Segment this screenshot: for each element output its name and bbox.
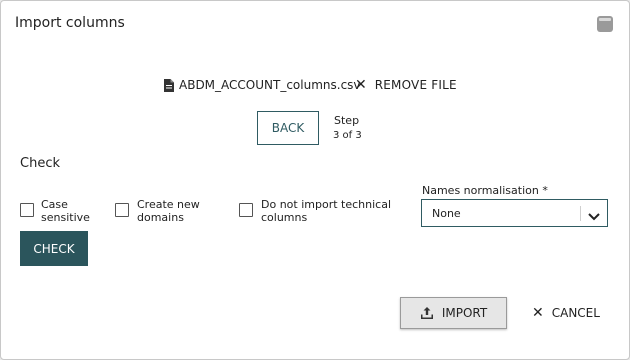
chevron-down-icon[interactable]: [587, 208, 601, 221]
window-minimize-icon[interactable]: [597, 16, 613, 32]
names-normalisation-value: None: [432, 207, 461, 220]
cancel-button[interactable]: ✕ CANCEL: [532, 303, 600, 323]
import-columns-dialog: Import columns ABDM_ACCOUNT_columns.csv …: [0, 0, 630, 360]
do-not-import-technical-columns-label-line1: Do not import technical: [261, 198, 391, 211]
close-icon: ✕: [355, 77, 367, 93]
file-name: ABDM_ACCOUNT_columns.csv: [179, 78, 361, 92]
do-not-import-technical-columns-label: Do not import technical columns: [261, 198, 391, 224]
names-normalisation-label: Names normalisation *: [422, 184, 548, 197]
step-count: 3 of 3: [333, 130, 362, 141]
dialog-title: Import columns: [15, 15, 125, 31]
create-new-domains-checkbox[interactable]: [115, 203, 129, 217]
select-divider: [580, 206, 581, 221]
case-sensitive-label-line1: Case: [41, 198, 68, 211]
do-not-import-technical-columns-label-line2: columns: [261, 211, 308, 224]
back-button[interactable]: BACK: [257, 111, 319, 145]
selected-file: ABDM_ACCOUNT_columns.csv: [164, 76, 361, 94]
remove-file-button[interactable]: ✕ REMOVE FILE: [355, 75, 457, 95]
step-label: Step: [334, 114, 360, 127]
close-icon: ✕: [532, 305, 544, 321]
create-new-domains-label-line2: domains: [137, 211, 184, 224]
cancel-label: CANCEL: [551, 306, 600, 320]
remove-file-label: REMOVE FILE: [374, 78, 457, 92]
create-new-domains-label: Create new domains: [137, 198, 200, 224]
import-button[interactable]: IMPORT: [400, 297, 507, 329]
upload-icon: [420, 306, 434, 320]
case-sensitive-checkbox[interactable]: [20, 203, 34, 217]
file-icon: [164, 78, 174, 92]
do-not-import-technical-columns-checkbox[interactable]: [239, 203, 253, 217]
import-label: IMPORT: [441, 306, 488, 320]
names-normalisation-select[interactable]: None: [421, 199, 608, 227]
check-section-title: Check: [20, 156, 60, 171]
check-button[interactable]: CHECK: [20, 231, 88, 266]
case-sensitive-label-line2: sensitive: [41, 211, 90, 224]
create-new-domains-label-line1: Create new: [137, 198, 200, 211]
case-sensitive-label: Case sensitive: [41, 198, 90, 224]
